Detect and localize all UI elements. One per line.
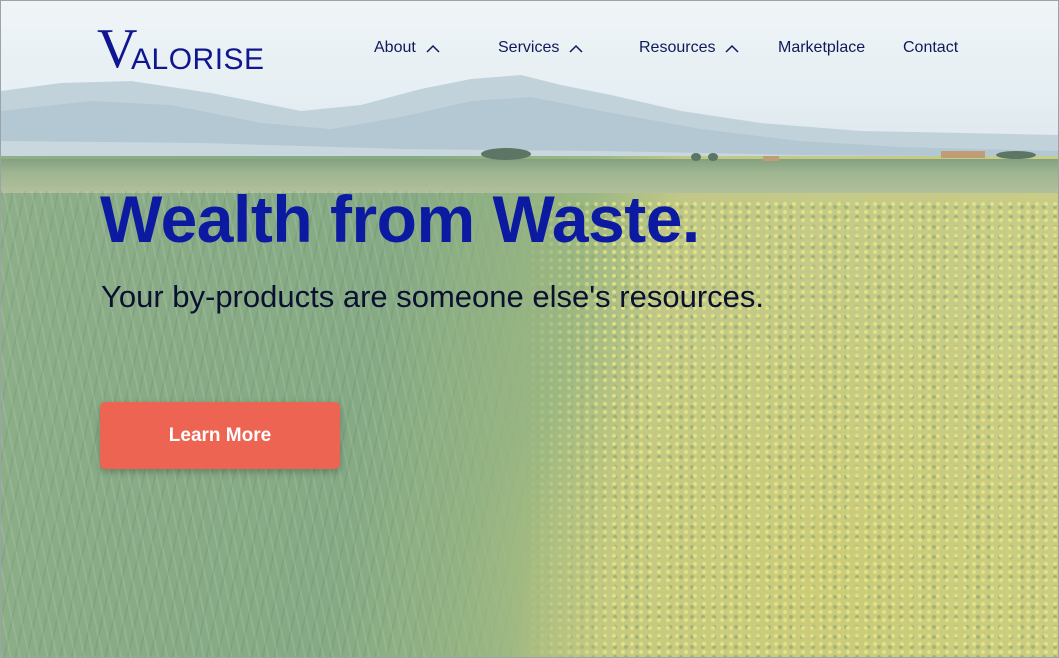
- valorise-logo[interactable]: V ALORISE: [97, 21, 297, 77]
- nav-item-marketplace[interactable]: Marketplace: [778, 39, 865, 57]
- logo-wordmark: ALORISE: [131, 43, 265, 76]
- nav-item-label: Resources: [639, 39, 716, 56]
- hero-subheadline: Your by-products are someone else's reso…: [101, 279, 765, 314]
- learn-more-button-label: Learn More: [168, 424, 272, 446]
- learn-more-button[interactable]: Learn More: [100, 402, 340, 469]
- nav-item-label: About: [374, 39, 416, 56]
- nav-item-about[interactable]: About: [374, 39, 440, 57]
- nav-item-resources[interactable]: Resources: [639, 39, 740, 57]
- chevron-up-icon: [426, 43, 440, 53]
- chevron-up-icon: [569, 43, 583, 53]
- page-frame: V ALORISE About Services Resources Marke…: [0, 0, 1059, 658]
- chevron-up-icon: [725, 43, 740, 53]
- nav-item-label: Marketplace: [778, 39, 866, 56]
- hero-headline: Wealth from Waste.: [100, 182, 700, 256]
- nav-item-services[interactable]: Services: [498, 39, 583, 57]
- nav-item-contact[interactable]: Contact: [903, 39, 958, 57]
- nav-item-label: Services: [498, 39, 560, 56]
- image-overlay: [1, 1, 1058, 657]
- nav-item-label: Contact: [903, 39, 959, 56]
